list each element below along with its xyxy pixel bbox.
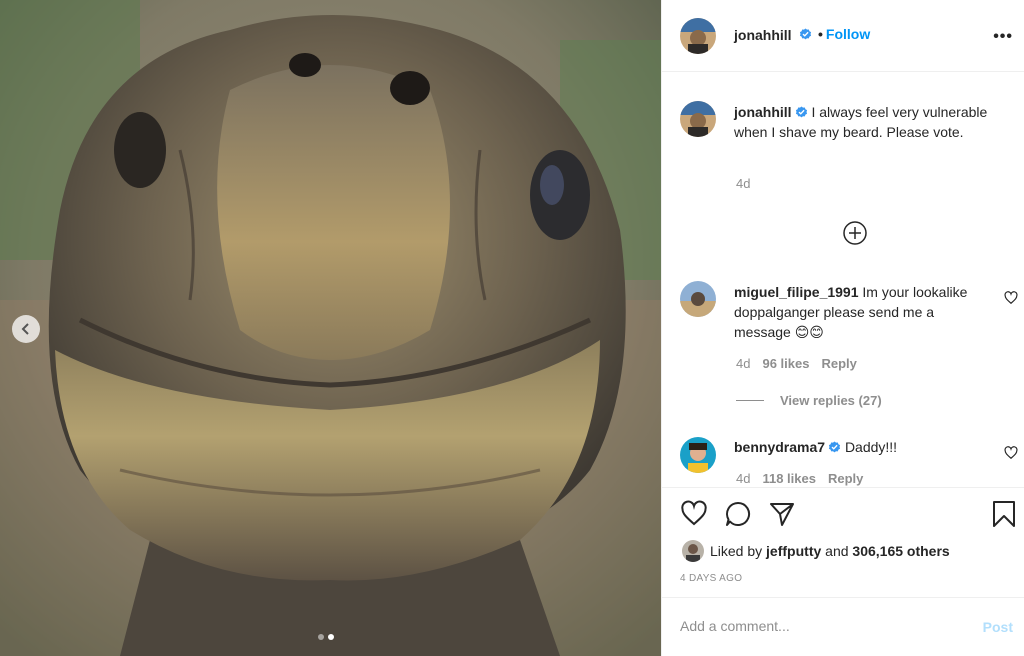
follow-button[interactable]: • Follow <box>818 26 870 42</box>
post-actions: Liked by jeffputty and 306,165 others 4 … <box>662 487 1024 597</box>
comment-timestamp[interactable]: 4d <box>736 471 750 486</box>
like-comment-heart-icon[interactable] <box>1004 291 1018 305</box>
carousel-indicator <box>318 634 334 640</box>
caption-avatar[interactable] <box>680 101 716 137</box>
like-comment-heart-icon[interactable] <box>1004 446 1018 460</box>
liker-avatar[interactable] <box>682 540 704 562</box>
commenter-avatar[interactable] <box>680 437 716 473</box>
caption-username[interactable]: jonahhill <box>734 104 792 120</box>
comment-icon[interactable] <box>724 500 752 528</box>
liked-by-row: Liked by jeffputty and 306,165 others <box>682 540 950 562</box>
comment-item: miguel_filipe_1991 Im your lookalike dop… <box>734 282 989 342</box>
liked-by-and: and <box>825 543 849 559</box>
comment-input[interactable] <box>680 618 960 634</box>
plus-circle-icon[interactable] <box>842 220 868 246</box>
comments-list[interactable]: jonahhill I always feel very vulnerable … <box>662 73 1024 486</box>
comment-likes[interactable]: 118 likes <box>762 471 816 486</box>
post-side-panel: jonahhill • Follow ••• jonahhill I always… <box>661 0 1024 656</box>
bookmark-icon[interactable] <box>990 500 1018 528</box>
post-header: jonahhill • Follow ••• <box>662 0 1024 72</box>
replies-divider <box>736 400 764 401</box>
comment-item: bennydrama7 Daddy!!! <box>734 437 989 457</box>
follow-label: Follow <box>825 26 871 42</box>
view-replies-label: View replies (27) <box>780 393 882 408</box>
reply-button[interactable]: Reply <box>821 356 856 371</box>
comment-composer: Post <box>662 597 1024 656</box>
liked-by-prefix: Liked by <box>710 543 763 559</box>
carousel-dot <box>318 634 324 640</box>
likes-count[interactable]: 306,165 others <box>852 543 949 559</box>
chevron-left-icon <box>21 323 29 335</box>
comment-likes[interactable]: 96 likes <box>762 356 809 371</box>
comment-meta: 4d 118 likes Reply <box>736 471 875 486</box>
post-caption: jonahhill I always feel very vulnerable … <box>734 102 989 142</box>
author-avatar[interactable] <box>680 18 716 54</box>
heart-icon[interactable] <box>680 500 708 528</box>
verified-icon <box>799 28 812 40</box>
tortoise-photo <box>0 0 661 656</box>
comment-username[interactable]: miguel_filipe_1991 <box>734 284 859 300</box>
author-username[interactable]: jonahhill <box>734 27 792 43</box>
post-comment-button[interactable]: Post <box>983 619 1013 635</box>
post-media[interactable] <box>0 0 661 656</box>
comment-username[interactable]: bennydrama7 <box>734 439 825 455</box>
share-icon[interactable] <box>768 500 796 528</box>
reply-button[interactable]: Reply <box>828 471 863 486</box>
view-replies-button[interactable]: View replies (27) <box>736 393 882 408</box>
verified-icon <box>828 441 841 453</box>
comment-meta: 4d 96 likes Reply <box>736 356 869 371</box>
caption-timestamp[interactable]: 4d <box>736 176 750 191</box>
previous-slide-button[interactable] <box>12 315 40 343</box>
carousel-dot-active <box>328 634 334 640</box>
verified-icon <box>795 106 807 118</box>
post-date[interactable]: 4 DAYS AGO <box>680 573 742 584</box>
commenter-avatar[interactable] <box>680 281 716 317</box>
verified-badge <box>796 26 812 42</box>
comment-text: Daddy!!! <box>844 439 898 455</box>
comment-timestamp[interactable]: 4d <box>736 356 750 371</box>
separator-dot: • <box>818 26 823 42</box>
liked-by-user[interactable]: jeffputty <box>766 543 821 559</box>
more-horizontal-icon[interactable]: ••• <box>993 28 1013 46</box>
